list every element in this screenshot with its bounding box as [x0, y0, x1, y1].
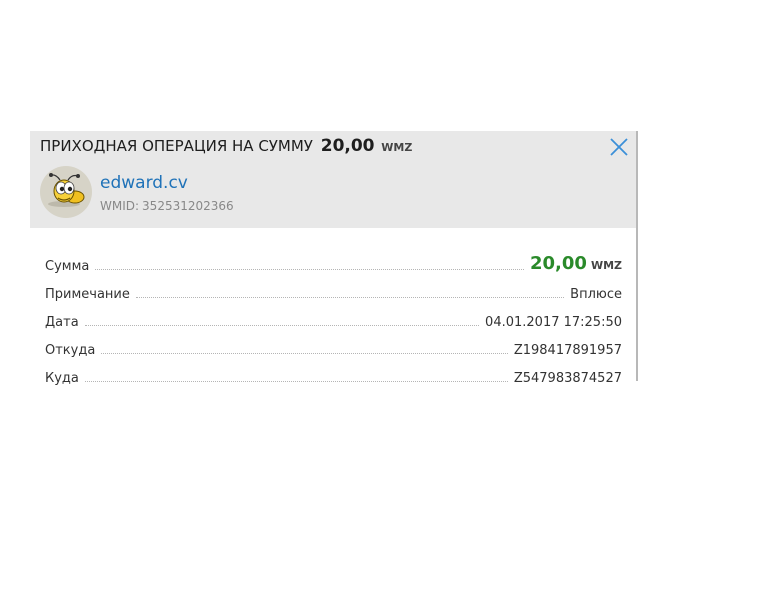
row-note: Примечание Вплюсе [45, 274, 622, 302]
note-label: Примечание [45, 287, 130, 302]
bee-avatar-icon [48, 173, 85, 207]
date-label: Дата [45, 315, 79, 330]
user-name-link[interactable]: edward.cv [100, 173, 188, 193]
details-list: Сумма 20,00 WMZ Примечание Вплюсе Дата 04… [45, 244, 622, 386]
sum-value: 20,00 WMZ [530, 253, 622, 274]
to-value: Z547983874527 [513, 371, 622, 386]
title-text: ПРИХОДНАЯ ОПЕРАЦИЯ НА СУММУ [40, 137, 313, 155]
leader-dots [84, 381, 508, 382]
note-value: Вплюсе [570, 287, 622, 302]
wmid: WMID: 352531202366 [100, 199, 234, 213]
to-label: Куда [45, 371, 79, 386]
operation-panel: ПРИХОДНАЯ ОПЕРАЦИЯ НА СУММУ 20,00 WMZ ed… [30, 131, 638, 386]
row-sum: Сумма 20,00 WMZ [45, 244, 622, 274]
row-date: Дата 04.01.2017 17:25:50 [45, 302, 622, 330]
leader-dots [95, 269, 524, 270]
close-icon[interactable] [608, 136, 630, 158]
sum-currency: WMZ [590, 259, 622, 272]
from-label: Откуда [45, 343, 96, 358]
leader-dots [101, 353, 508, 354]
row-to: Куда Z547983874527 [45, 358, 622, 386]
leader-dots [135, 297, 565, 298]
leader-dots [84, 325, 480, 326]
operation-title: ПРИХОДНАЯ ОПЕРАЦИЯ НА СУММУ 20,00 WMZ [40, 136, 412, 156]
row-from: Откуда Z198417891957 [45, 330, 622, 358]
wmid-value: 352531202366 [142, 199, 234, 213]
operation-header: ПРИХОДНАЯ ОПЕРАЦИЯ НА СУММУ 20,00 WMZ ed… [30, 131, 636, 228]
title-currency: WMZ [381, 141, 413, 154]
title-amount: 20,00 [320, 136, 375, 156]
sum-amount: 20,00 [530, 253, 587, 274]
wmid-label: WMID: [100, 199, 140, 213]
from-value: Z198417891957 [513, 343, 622, 358]
date-value: 04.01.2017 17:25:50 [485, 315, 622, 330]
avatar[interactable] [40, 166, 92, 218]
sum-label: Сумма [45, 259, 90, 274]
